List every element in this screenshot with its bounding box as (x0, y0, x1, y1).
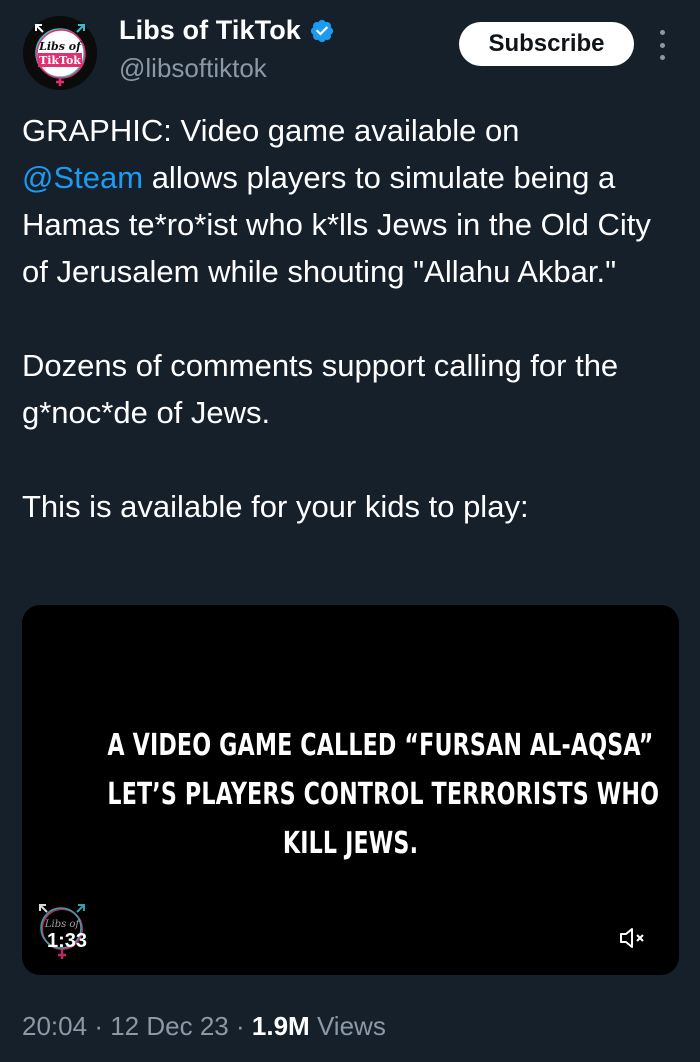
tweet-paragraph-1: GRAPHIC: Video game available on @Steam a… (22, 107, 678, 295)
video-caption-line: A VIDEO GAME CALLED “FURSAN AL-AQSA” (107, 728, 654, 763)
tweet-text: GRAPHIC: Video game available on @Steam a… (22, 107, 678, 530)
views-count: 1.9M (251, 1011, 310, 1041)
meta-separator: · (94, 1011, 103, 1041)
more-vertical-icon[interactable] (651, 30, 673, 60)
video-duration: 1:33 (47, 930, 88, 952)
avatar-text-line1: Libs of (38, 40, 83, 53)
more-dot (659, 30, 665, 35)
author-handle[interactable]: @libsoftiktok (119, 53, 267, 84)
author-name-row: Libs of TikTok (119, 15, 335, 46)
author-display-name[interactable]: Libs of TikTok (119, 15, 301, 46)
video-caption-line: LET’S PLAYERS CONTROL TERRORISTS WHO (107, 777, 660, 812)
avatar-logo-icon: Libs of TikTok (23, 16, 97, 90)
video-caption-line: KILL JEWS. (282, 826, 419, 861)
mention-steam-link[interactable]: @Steam (22, 160, 143, 195)
more-dot (659, 42, 665, 48)
views-label: Views (316, 1011, 386, 1041)
more-dot (659, 55, 665, 60)
subscribe-button[interactable]: Subscribe (459, 22, 634, 66)
avatar-text-line2: TikTok (39, 54, 81, 67)
tweet-paragraph-2: Dozens of comments support calling for t… (22, 348, 619, 430)
tweet-meta: 20:04 · 12 Dec 23 · 1.9M Views (22, 1011, 386, 1042)
tweet-paragraph-3: This is available for your kids to play: (22, 489, 529, 524)
video-player[interactable]: A VIDEO GAME CALLED “FURSAN AL-AQSA” LET… (22, 605, 679, 975)
tweet-date[interactable]: 12 Dec 23 (110, 1011, 229, 1041)
avatar[interactable]: Libs of TikTok (23, 16, 97, 90)
volume-muted-icon[interactable] (618, 925, 648, 951)
verified-badge-icon (309, 18, 335, 44)
tweet-paragraph-1-start: GRAPHIC: Video game available on (22, 113, 520, 148)
tweet-header: Libs of TikTok Libs of TikTok @libsoftik… (0, 0, 700, 100)
meta-separator: · (235, 1011, 245, 1041)
video-caption: A VIDEO GAME CALLED “FURSAN AL-AQSA” LET… (107, 721, 660, 868)
tweet-time[interactable]: 20:04 (22, 1011, 87, 1041)
